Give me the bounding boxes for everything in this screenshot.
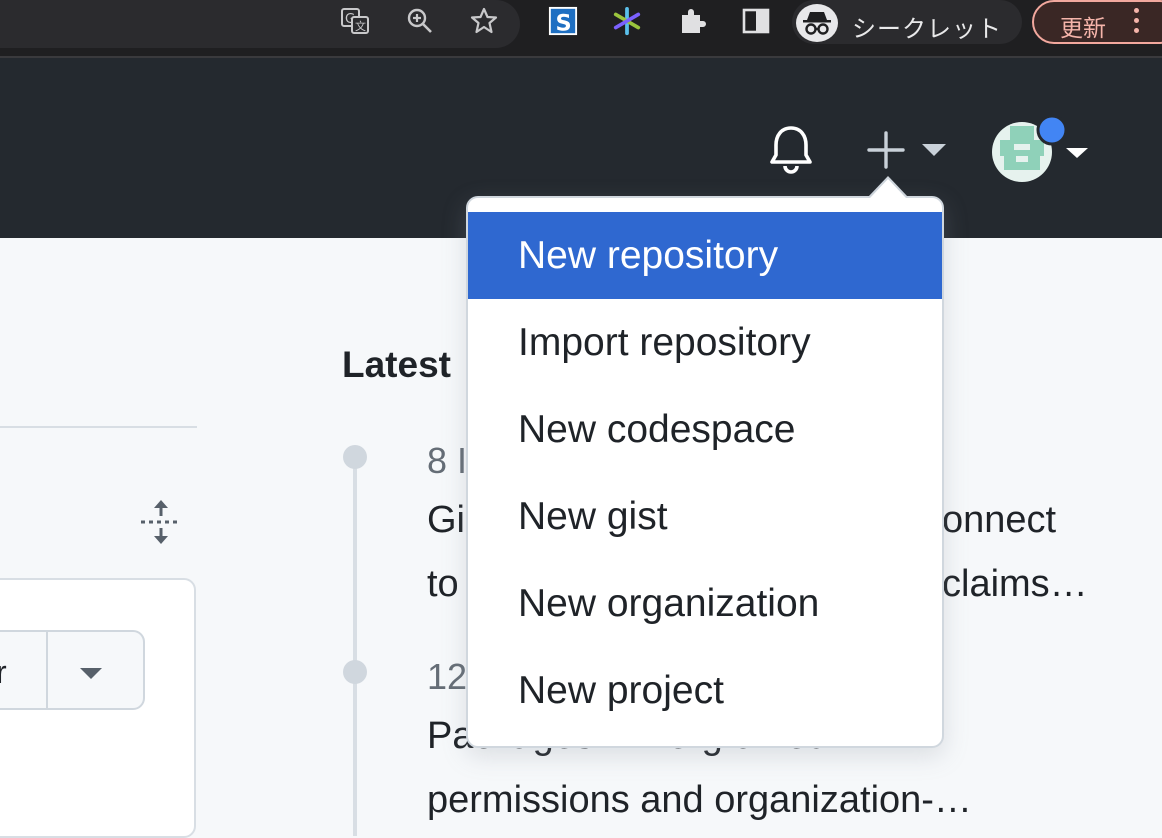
incognito-label: シークレット bbox=[852, 15, 1002, 43]
feed-title-start[interactable]: Gi bbox=[427, 488, 465, 552]
svg-text:文: 文 bbox=[355, 19, 366, 33]
sidebar-divider bbox=[0, 426, 197, 428]
create-new-menu: New repository Import repository New cod… bbox=[466, 196, 944, 748]
svg-text:S: S bbox=[556, 10, 572, 36]
timeline-line bbox=[353, 456, 357, 836]
extension-s-icon[interactable]: S bbox=[548, 6, 578, 36]
avatar bbox=[992, 116, 1088, 182]
menu-item-import-repository[interactable]: Import repository bbox=[468, 299, 942, 386]
bookmark-star-icon[interactable] bbox=[469, 6, 499, 36]
translate-icon[interactable]: G 文 bbox=[340, 6, 370, 36]
feed-title-end[interactable]: claims… bbox=[942, 552, 1088, 616]
menu-item-new-repository[interactable]: New repository bbox=[468, 212, 942, 299]
update-label: 更新 bbox=[1060, 16, 1106, 42]
incognito-badge[interactable]: シークレット bbox=[792, 0, 1022, 44]
feed-title-start[interactable]: to bbox=[427, 552, 459, 616]
incognito-icon bbox=[796, 4, 838, 42]
menu-item-new-organization[interactable]: New organization bbox=[468, 560, 942, 647]
update-button[interactable]: 更新 bbox=[1032, 0, 1162, 44]
feed-date: 8 I bbox=[427, 440, 468, 481]
notifications-button[interactable] bbox=[768, 124, 814, 176]
bell-icon bbox=[770, 126, 812, 174]
create-new-button[interactable] bbox=[866, 130, 948, 170]
zoom-icon[interactable] bbox=[405, 6, 435, 36]
timeline-dot bbox=[343, 660, 367, 684]
split-select-button[interactable]: r bbox=[0, 630, 145, 710]
browser-toolbar: G 文 S シークレット 更新 bbox=[0, 0, 1162, 58]
split-button-label: r bbox=[0, 654, 7, 690]
extension-sparkle-icon[interactable] bbox=[612, 6, 642, 36]
feed-title[interactable]: permissions and organization-… bbox=[427, 768, 972, 832]
timeline-dot bbox=[343, 445, 367, 469]
puzzle-icon[interactable] bbox=[677, 6, 707, 36]
menu-item-new-project[interactable]: New project bbox=[468, 647, 942, 734]
caret-down-icon[interactable] bbox=[80, 668, 102, 679]
feed-date: 12 bbox=[427, 656, 468, 697]
side-panel-icon[interactable] bbox=[741, 6, 771, 36]
menu-item-new-codespace[interactable]: New codespace bbox=[468, 386, 942, 473]
dropdown-caret-fill bbox=[870, 179, 906, 198]
caret-down-icon bbox=[922, 144, 946, 156]
user-menu-button[interactable] bbox=[992, 116, 1092, 184]
notification-dot bbox=[1036, 116, 1068, 146]
move-icon[interactable] bbox=[138, 498, 184, 551]
latest-changes-title: Latest bbox=[342, 344, 451, 385]
split-button-divider bbox=[46, 632, 48, 708]
feed-title-end[interactable]: onnect bbox=[942, 488, 1056, 552]
plus-icon bbox=[867, 131, 905, 169]
kebab-menu-icon[interactable] bbox=[1134, 8, 1139, 33]
address-bar[interactable] bbox=[0, 0, 520, 48]
menu-item-new-gist[interactable]: New gist bbox=[468, 473, 942, 560]
